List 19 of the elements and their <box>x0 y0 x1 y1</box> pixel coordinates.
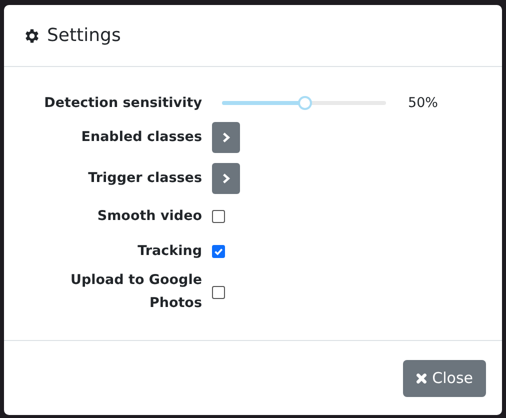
setting-label: Enabled classes <box>80 128 202 147</box>
dialog-title: Settings <box>47 25 121 46</box>
setting-label: Trigger classes <box>87 169 202 188</box>
setting-label: Upload to Google Photos <box>69 271 202 313</box>
close-button[interactable]: Close <box>403 360 486 396</box>
setting-label: Tracking <box>136 242 202 261</box>
checkbox[interactable] <box>212 286 225 298</box>
slider-value: 50% <box>408 95 438 111</box>
open-button[interactable] <box>212 122 240 153</box>
open-button[interactable] <box>212 163 240 194</box>
chevron-right-icon <box>222 132 230 143</box>
setting-label: Smooth video <box>96 207 202 226</box>
setting-label: Detection sensitivity <box>43 94 202 112</box>
checkbox[interactable] <box>212 245 225 258</box>
close-icon <box>416 372 428 384</box>
checkbox[interactable] <box>212 210 225 223</box>
slider-thumb[interactable] <box>298 96 312 110</box>
chevron-right-icon <box>222 173 230 184</box>
settings-icon <box>23 26 41 44</box>
